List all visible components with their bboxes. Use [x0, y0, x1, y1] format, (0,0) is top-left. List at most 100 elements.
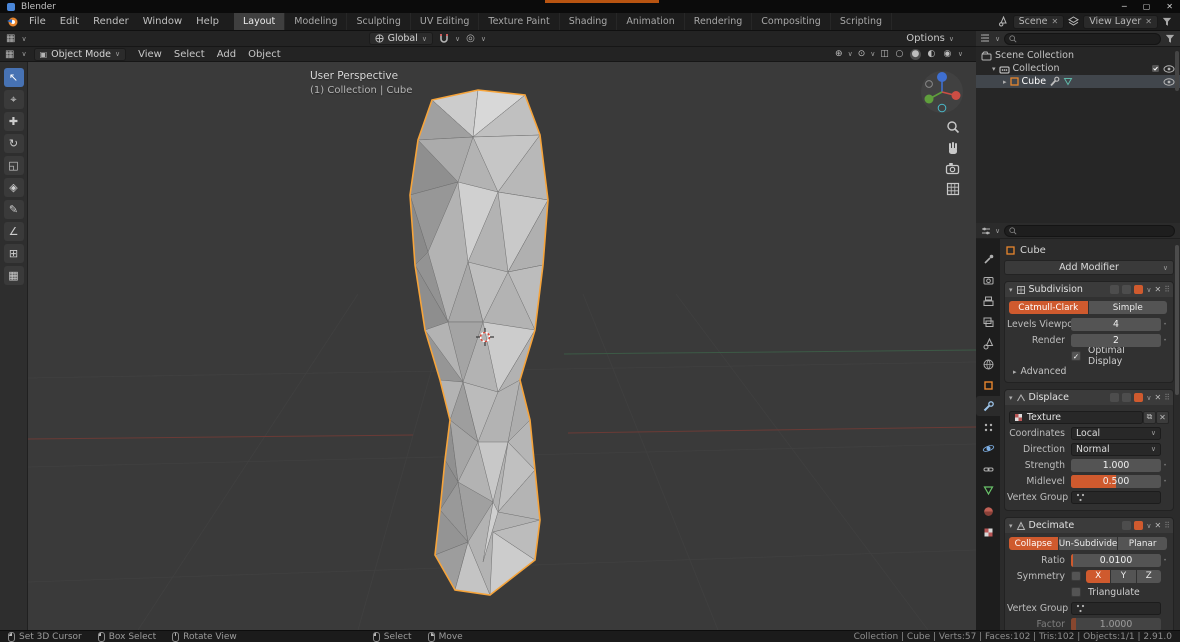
- snap-magnet-icon[interactable]: [439, 33, 449, 44]
- outliner-editor-icon[interactable]: [981, 34, 991, 44]
- outliner-row-scene-collection[interactable]: Scene Collection: [976, 49, 1180, 62]
- shading-material-icon[interactable]: ◐: [926, 49, 937, 60]
- viewport-3d[interactable]: User Perspective (1) Collection | Cube: [28, 62, 976, 630]
- displace-render-toggle-icon[interactable]: [1134, 393, 1143, 402]
- editor-type-icon[interactable]: ▦: [6, 33, 15, 44]
- workspace-tab-scripting[interactable]: Scripting: [831, 13, 892, 30]
- texture-unlink-button[interactable]: ✕: [1156, 411, 1169, 424]
- gizmo-toggle-icon[interactable]: ⊕: [835, 49, 843, 59]
- workspace-tab-shading[interactable]: Shading: [560, 13, 618, 30]
- symmetry-z-button[interactable]: Z: [1137, 570, 1161, 583]
- tab-texture[interactable]: [976, 522, 1000, 542]
- decimate-realtime-toggle-icon[interactable]: [1122, 521, 1131, 530]
- camera-view-icon[interactable]: [945, 162, 960, 175]
- properties-editor-chevron-icon[interactable]: ∨: [995, 227, 1000, 235]
- menu-render[interactable]: Render: [86, 13, 136, 30]
- displace-vertex-group-field[interactable]: [1071, 491, 1161, 504]
- collection-visibility-eye-icon[interactable]: [1163, 65, 1175, 73]
- tool-rotate[interactable]: ↻: [4, 134, 24, 153]
- tab-modifiers[interactable]: [976, 396, 1000, 416]
- decimate-drag-handle-icon[interactable]: ⠿: [1164, 521, 1169, 530]
- shading-rendered-icon[interactable]: ◉: [942, 49, 953, 60]
- subdivision-expand-icon[interactable]: ▾: [1009, 286, 1013, 294]
- workspace-tab-layout[interactable]: Layout: [234, 13, 285, 30]
- tab-output[interactable]: [976, 291, 1000, 311]
- mode-dropdown[interactable]: ▣ Object Mode ∨: [34, 48, 127, 61]
- displace-drag-handle-icon[interactable]: ⠿: [1164, 393, 1169, 402]
- tab-scene[interactable]: [976, 333, 1000, 353]
- tool-transform[interactable]: ◈: [4, 178, 24, 197]
- tab-particles[interactable]: [976, 417, 1000, 437]
- tab-constraints[interactable]: [976, 459, 1000, 479]
- tab-world[interactable]: [976, 354, 1000, 374]
- triangulate-checkbox[interactable]: ✓: [1071, 587, 1081, 597]
- tab-render[interactable]: [976, 270, 1000, 290]
- simple-button[interactable]: Simple: [1089, 301, 1168, 314]
- workspace-tab-texture-paint[interactable]: Texture Paint: [479, 13, 559, 30]
- displace-close-icon[interactable]: ✕: [1154, 393, 1161, 402]
- tool-extra[interactable]: ▦: [4, 266, 24, 285]
- outliner-filter-icon[interactable]: [1165, 34, 1175, 44]
- tool-scale[interactable]: ◱: [4, 156, 24, 175]
- catmull-clark-button[interactable]: Catmull-Clark: [1009, 301, 1088, 314]
- cube-visibility-eye-icon[interactable]: [1163, 78, 1175, 86]
- texture-duplicate-button[interactable]: ⧉: [1143, 411, 1156, 424]
- decimate-expand-icon[interactable]: ▾: [1009, 522, 1013, 530]
- outliner-row-collection[interactable]: ▾ Collection: [976, 62, 1180, 75]
- symmetry-checkbox[interactable]: ✓: [1071, 571, 1081, 581]
- subdivision-render-toggle-icon[interactable]: [1134, 285, 1143, 294]
- scene-unlink-icon[interactable]: ✕: [1052, 17, 1059, 26]
- workspace-tab-compositing[interactable]: Compositing: [752, 13, 831, 30]
- cube-expand-icon[interactable]: ▸: [1003, 78, 1007, 86]
- snap-chevron-icon[interactable]: ∨: [455, 35, 460, 43]
- menu-window[interactable]: Window: [136, 13, 189, 30]
- tool-add-cube[interactable]: ⊞: [4, 244, 24, 263]
- subdivision-drag-handle-icon[interactable]: ⠿: [1164, 285, 1169, 294]
- filter-icon[interactable]: [1162, 17, 1172, 27]
- minimize-button[interactable]: ─: [1122, 2, 1127, 11]
- strength-decorator-icon[interactable]: •: [1161, 462, 1169, 469]
- close-button[interactable]: ✕: [1166, 2, 1173, 11]
- displace-header[interactable]: ▾ Displace ∨ ✕ ⠿: [1005, 390, 1173, 405]
- editor-type-chevron-icon[interactable]: ∨: [21, 35, 26, 43]
- decimate-v极ertex-group-field[interactable]: [1071, 602, 1161, 615]
- viewport-editor-chevron-icon[interactable]: ∨: [21, 50, 26, 58]
- symmetry-y-button[interactable]: Y: [1111, 570, 1135, 583]
- gizmo-chevron-icon[interactable]: ∨: [848, 50, 853, 58]
- ortho-grid-icon[interactable]: [946, 182, 960, 196]
- workspace-tab-uv-editing[interactable]: UV Editing: [411, 13, 480, 30]
- render-decorator-icon[interactable]: •: [1161, 337, 1169, 344]
- menu-edit[interactable]: Edit: [53, 13, 86, 30]
- collection-expand-icon[interactable]: ▾: [992, 65, 996, 73]
- menu-select[interactable]: Select: [169, 49, 210, 60]
- menu-file[interactable]: File: [22, 13, 53, 30]
- workspace-tab-animation[interactable]: Animation: [617, 13, 684, 30]
- tab-physics[interactable]: [976, 438, 1000, 458]
- options-button[interactable]: Options: [906, 33, 945, 44]
- transform-orientation-dropdown[interactable]: Global ∨: [369, 32, 433, 45]
- view-layer-unlink-icon[interactable]: ✕: [1145, 17, 1152, 26]
- properties-search-input[interactable]: [1004, 225, 1175, 237]
- subdivision-editmode-toggle-icon[interactable]: [1110, 285, 1119, 294]
- tool-measure[interactable]: ∠: [4, 222, 24, 241]
- menu-view[interactable]: View: [133, 49, 167, 60]
- optimal-display-checkbox[interactable]: ✓: [1071, 351, 1081, 361]
- collection-checkbox-icon[interactable]: [1151, 64, 1160, 73]
- levels-decorator-icon[interactable]: •: [1161, 321, 1169, 328]
- tab-object[interactable]: [976, 375, 1000, 395]
- collapse-button[interactable]: Collapse: [1009, 537, 1058, 550]
- outliner-scrollbar[interactable]: [1175, 51, 1179, 91]
- render-levels-field[interactable]: 2: [1071, 334, 1161, 347]
- midlevel-slider[interactable]: 0.500: [1071, 475, 1161, 488]
- decimate-render-toggle-icon[interactable]: [1134, 521, 1143, 530]
- zoom-icon[interactable]: [946, 120, 960, 134]
- direction-dropdown[interactable]: Normal∨: [1071, 443, 1161, 456]
- tool-annotate[interactable]: ✎: [4, 200, 24, 219]
- tab-material[interactable]: [976, 501, 1000, 521]
- ratio-decorator-icon[interactable]: •: [1161, 557, 1169, 564]
- subdivision-extras-icon[interactable]: ∨: [1146, 286, 1151, 294]
- factor-slider[interactable]: 1.0000: [1071, 618, 1161, 631]
- planar-button[interactable]: Planar: [1118, 537, 1167, 550]
- strength-field[interactable]: 1.000: [1071, 459, 1161, 472]
- properties-editor-icon[interactable]: [981, 226, 991, 236]
